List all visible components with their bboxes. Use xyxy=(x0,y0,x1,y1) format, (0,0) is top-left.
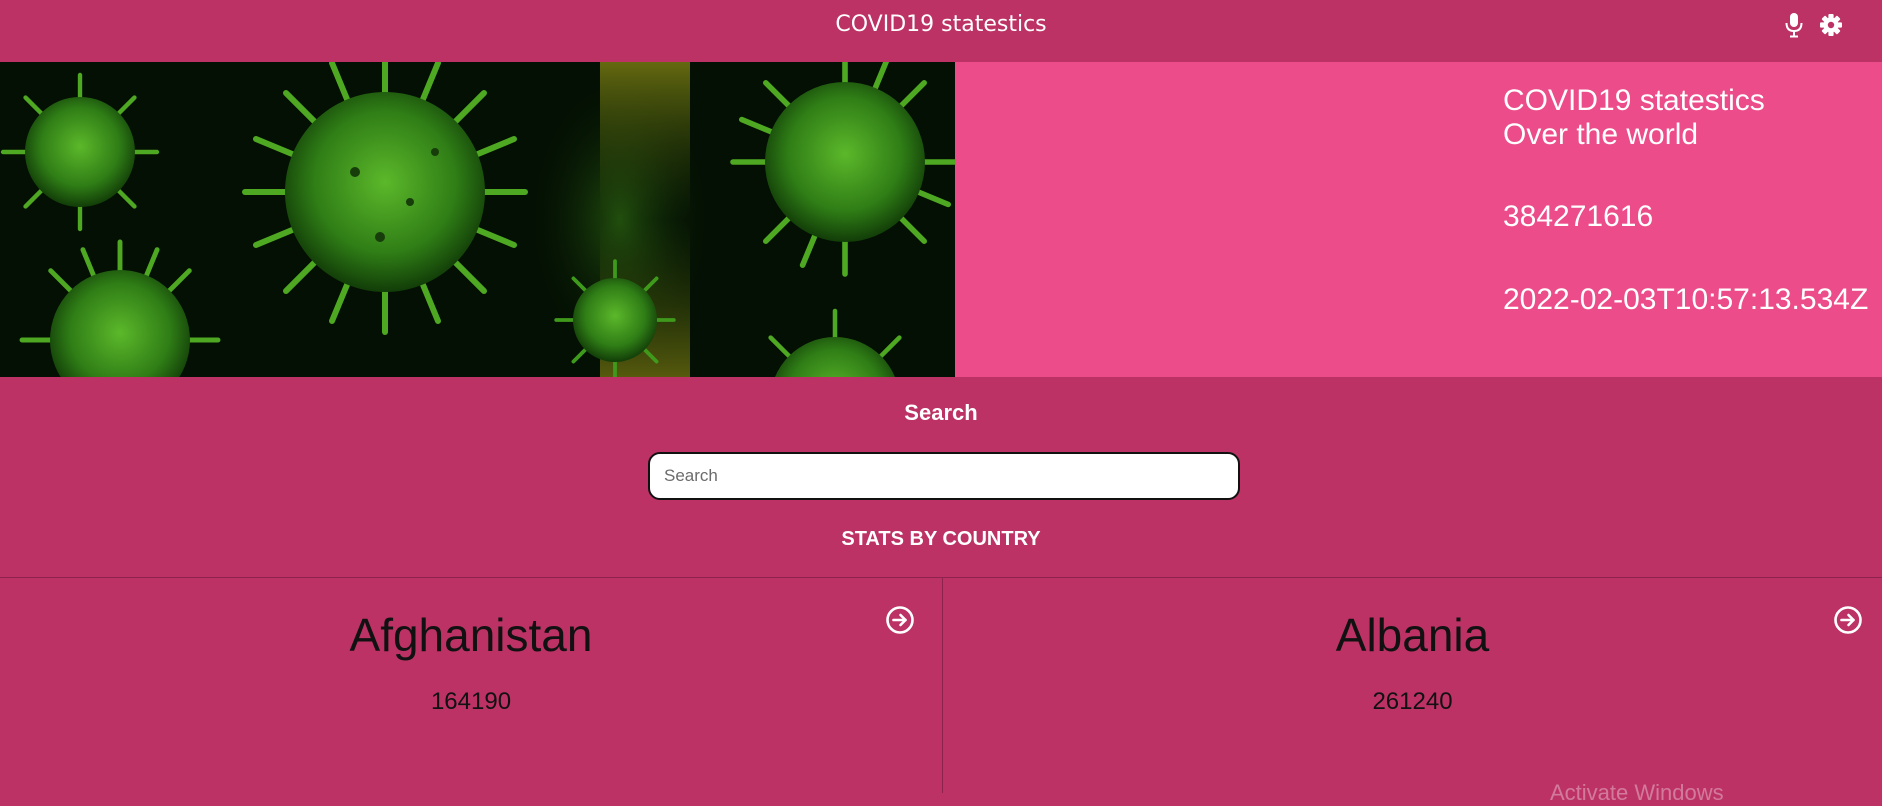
hero-heading-line2: Over the world xyxy=(1503,118,1699,151)
country-card-albania[interactable]: Albania 261240 xyxy=(943,578,1882,793)
global-total: 384271616 xyxy=(1503,200,1654,233)
country-count: 261240 xyxy=(1372,688,1453,715)
hero-heading-line1: COVID19 statestics xyxy=(1503,84,1765,117)
search-input[interactable] xyxy=(648,452,1240,500)
virus-image xyxy=(0,62,955,377)
hero-banner: COVID19 statestics Over the world 384271… xyxy=(0,62,1882,377)
country-name: Afghanistan xyxy=(349,609,593,661)
top-navbar: COVID19 statestics xyxy=(0,0,1882,62)
search-heading: Search xyxy=(904,400,978,425)
country-grid: Afghanistan 164190 Albania 261240 xyxy=(0,577,1882,793)
microphone-icon[interactable] xyxy=(1782,12,1806,38)
country-card-afghanistan[interactable]: Afghanistan 164190 xyxy=(0,578,943,793)
windows-activation-watermark: Activate Windows xyxy=(1550,780,1724,805)
app-title: COVID19 statestics xyxy=(835,12,1047,37)
global-stats: COVID19 statestics Over the world 384271… xyxy=(1503,84,1882,317)
stats-by-country-heading: STATS BY COUNTRY xyxy=(841,528,1041,550)
last-updated: 2022-02-03T10:57:13.534Z xyxy=(1503,283,1869,316)
gear-icon[interactable] xyxy=(1819,12,1843,38)
arrow-right-circle-icon[interactable] xyxy=(885,605,915,635)
country-count: 164190 xyxy=(430,688,512,715)
arrow-right-circle-icon[interactable] xyxy=(1833,605,1863,635)
country-name: Albania xyxy=(1335,609,1490,661)
